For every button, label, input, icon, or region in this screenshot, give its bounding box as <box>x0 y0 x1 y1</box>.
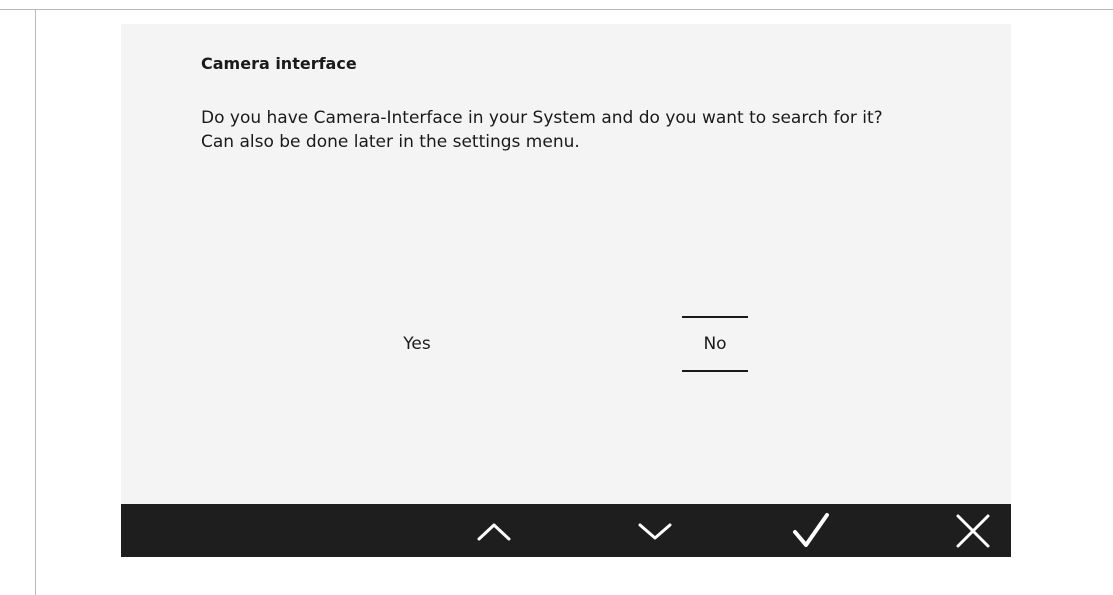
dialog-message-line-2: Can also be done later in the settings m… <box>201 132 580 152</box>
confirm-button[interactable] <box>781 504 841 557</box>
checkmark-icon <box>793 512 829 547</box>
close-button[interactable] <box>943 504 1003 557</box>
bottom-toolbar <box>121 504 1011 557</box>
dialog-message: Do you have Camera-Interface in your Sys… <box>201 106 883 154</box>
yes-option[interactable]: Yes <box>384 316 450 372</box>
up-button[interactable] <box>464 504 524 557</box>
device-frame-left-border <box>35 9 36 595</box>
device-frame-top-border <box>0 9 1113 10</box>
dialog-message-line-1: Do you have Camera-Interface in your Sys… <box>201 108 883 128</box>
no-option-selected[interactable]: No <box>682 316 748 372</box>
chevron-up-icon <box>477 523 511 540</box>
close-icon <box>956 514 990 547</box>
down-button[interactable] <box>625 504 685 557</box>
chevron-down-icon <box>638 523 672 539</box>
dialog-title: Camera interface <box>201 54 357 73</box>
no-option-label: No <box>703 334 727 354</box>
dialog-screen: Camera interface Do you have Camera-Inte… <box>121 24 1011 504</box>
yes-option-label: Yes <box>403 334 431 354</box>
